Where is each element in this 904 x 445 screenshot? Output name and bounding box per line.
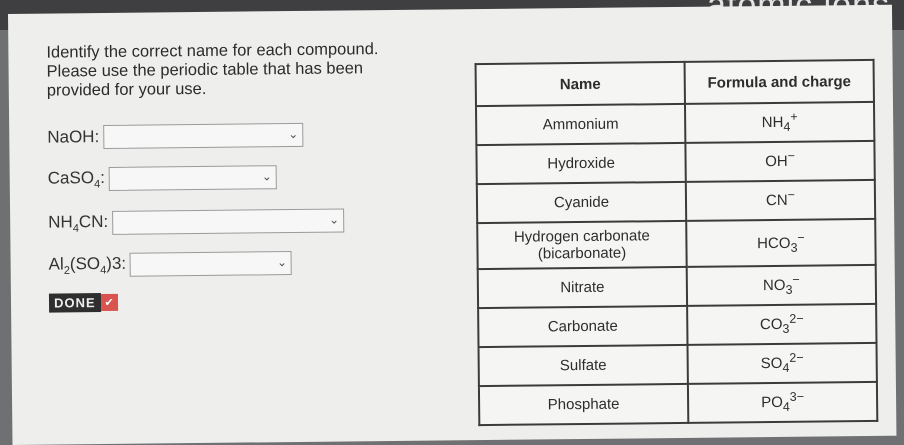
ion-name: Hydrogen carbonate (bicarbonate) [477, 220, 687, 270]
ion-name: Ammonium [475, 103, 686, 146]
ion-name: Nitrate [477, 266, 688, 309]
compound-label: NH4CN: [48, 211, 109, 235]
chevron-down-icon: ⌄ [276, 255, 288, 270]
answer-dropdown-al2so43[interactable]: ⌄ [129, 251, 293, 277]
ion-formula: PO43− [687, 381, 878, 423]
table-row: Sulfate SO42− [478, 342, 877, 387]
chevron-down-icon: ⌄ [261, 169, 272, 184]
done-label: DONE [48, 293, 101, 313]
question-al2so43: Al2(SO4)3: ⌄ [49, 251, 293, 278]
table-header-row: Name Formula and charge [475, 59, 874, 107]
ion-formula: CO32− [687, 303, 877, 345]
table-row: Cyanide CN− [476, 179, 876, 224]
compound-label: NaOH: [47, 127, 100, 147]
done-button[interactable]: DONE ✔ [48, 293, 118, 313]
table-row: Phosphate PO43− [478, 381, 878, 426]
compound-label: CaSO4: [47, 167, 105, 191]
answer-dropdown-caso4[interactable]: ⌄ [108, 165, 278, 191]
table-row: Nitrate NO3− [477, 264, 877, 309]
ion-formula: NO3− [686, 264, 877, 306]
chevron-down-icon: ⌄ [288, 126, 299, 142]
column-header-formula: Formula and charge [684, 59, 874, 104]
chevron-down-icon: ⌄ [329, 212, 340, 227]
table-row: Hydrogen carbonate (bicarbonate) HCO3− [477, 218, 876, 270]
ion-formula: OH− [685, 140, 875, 182]
question-naoh: NaOH: ⌄ [47, 122, 304, 150]
question-caso4: CaSO4: ⌄ [47, 165, 278, 191]
ion-formula: SO42− [687, 342, 877, 384]
question-panel: Identify the correct name for each compo… [46, 40, 427, 313]
answer-dropdown-naoh[interactable]: ⌄ [103, 122, 304, 150]
ion-name: Sulfate [478, 344, 688, 387]
ion-name: Cyanide [476, 181, 687, 224]
worksheet: Identify the correct name for each compo… [8, 4, 897, 445]
table-row: Carbonate CO32− [478, 303, 877, 348]
table-row: Hydroxide OH− [476, 140, 875, 185]
instructions: Identify the correct name for each compo… [46, 40, 379, 100]
ion-name: Carbonate [478, 305, 688, 348]
ion-name: Hydroxide [476, 142, 686, 185]
table-row: Ammonium NH4+ [475, 101, 875, 146]
column-header-name: Name [475, 61, 685, 107]
check-icon: ✔ [100, 293, 118, 312]
ion-name: Phosphate [478, 383, 689, 426]
question-nh4cn: NH4CN: ⌄ [48, 208, 345, 235]
polyatomic-ions-table: Name Formula and charge Ammonium NH4+ Hy… [474, 58, 879, 427]
ion-formula: CN− [685, 179, 876, 221]
answer-dropdown-nh4cn[interactable]: ⌄ [112, 208, 345, 235]
compound-label: Al2(SO4)3: [48, 253, 127, 277]
ion-formula: NH4+ [684, 101, 875, 143]
ion-formula: HCO3− [686, 218, 876, 267]
